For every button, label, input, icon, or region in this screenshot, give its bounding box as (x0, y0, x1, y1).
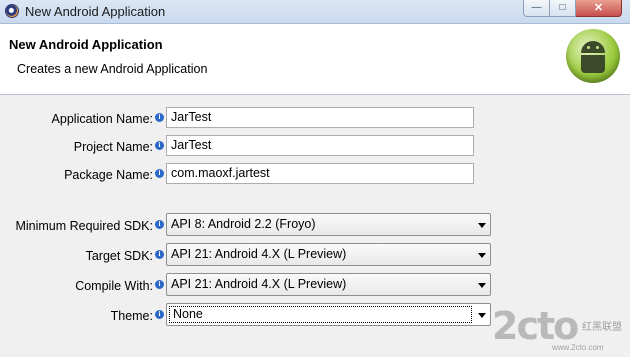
wizard-header: New Android Application Creates a new An… (0, 24, 630, 95)
watermark: 2cto 红黑联盟 www.2cto.com (492, 300, 630, 352)
min-sdk-value: API 8: Android 2.2 (Froyo) (171, 217, 316, 231)
theme-value: None (169, 306, 472, 323)
info-icon[interactable]: i (155, 280, 164, 289)
info-icon[interactable]: i (155, 113, 164, 122)
compile-with-select[interactable]: API 21: Android 4.X (L Preview) (166, 273, 491, 296)
min-sdk-label: Minimum Required SDK: (15, 219, 153, 233)
chevron-down-icon (478, 223, 486, 228)
min-sdk-select[interactable]: API 8: Android 2.2 (Froyo) (166, 213, 491, 236)
android-logo-icon (566, 29, 620, 83)
info-icon[interactable]: i (155, 220, 164, 229)
compile-with-label: Compile With: (75, 279, 153, 293)
application-name-label: Application Name: (51, 112, 153, 126)
application-name-input[interactable]: JarTest (166, 107, 474, 128)
target-sdk-label: Target SDK: (85, 249, 153, 263)
android-head-icon (581, 41, 605, 53)
minimize-button[interactable]: — (523, 0, 550, 17)
project-name-input[interactable]: JarTest (166, 135, 474, 156)
info-icon[interactable]: i (155, 310, 164, 319)
theme-select[interactable]: None (166, 303, 491, 326)
wizard-form: Application Name: i JarTest Project Name… (0, 95, 630, 357)
eclipse-app-icon (5, 4, 19, 18)
window-title: New Android Application (25, 4, 166, 19)
title-bar: New Android Application — □ ✕ (0, 0, 630, 24)
target-sdk-select[interactable]: API 21: Android 4.X (L Preview) (166, 243, 491, 266)
info-icon[interactable]: i (155, 169, 164, 178)
project-name-label: Project Name: (73, 140, 153, 154)
close-button[interactable]: ✕ (576, 0, 622, 17)
info-icon[interactable]: i (155, 250, 164, 259)
target-sdk-value: API 21: Android 4.X (L Preview) (171, 247, 347, 261)
info-icon[interactable]: i (155, 141, 164, 150)
wizard-description: Creates a new Android Application (17, 62, 208, 76)
chevron-down-icon (478, 283, 486, 288)
android-eye-icon (596, 46, 599, 49)
compile-with-value: API 21: Android 4.X (L Preview) (171, 277, 347, 291)
watermark-url: www.2cto.com (552, 343, 604, 352)
wizard-title: New Android Application (9, 37, 163, 52)
package-name-input[interactable]: com.maoxf.jartest (166, 163, 474, 184)
watermark-caption: 红黑联盟 (582, 322, 622, 333)
android-eye-icon (587, 46, 590, 49)
chevron-down-icon (478, 313, 486, 318)
android-body-icon (581, 55, 605, 73)
package-name-label: Package Name: (64, 168, 153, 182)
theme-label: Theme: (110, 309, 153, 323)
chevron-down-icon (478, 253, 486, 258)
watermark-logo-text: 2cto (492, 304, 579, 348)
maximize-button[interactable]: □ (550, 0, 576, 17)
